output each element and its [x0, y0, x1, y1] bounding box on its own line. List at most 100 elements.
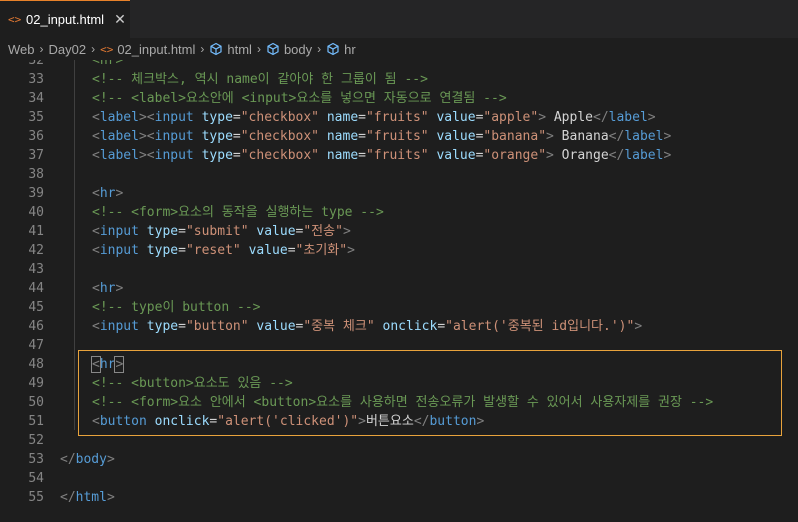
code-line[interactable]: <label><input type="checkbox" name="frui… [60, 127, 798, 146]
code-token: > [115, 186, 124, 201]
code-token: = [232, 148, 241, 163]
code-line[interactable]: </html> [60, 488, 798, 507]
line-number: 49 [28, 376, 44, 391]
code-token: input [99, 243, 139, 258]
code-token: > [546, 129, 554, 144]
code-line[interactable] [60, 336, 798, 355]
code-token: < [91, 356, 101, 373]
code-line[interactable]: <hr> [60, 184, 798, 203]
code-token: < [92, 243, 100, 258]
line-number: 37 [28, 148, 44, 163]
code-token: = [178, 224, 186, 239]
code-token: > [663, 148, 672, 163]
code-line[interactable]: <!-- <form>요소 안에서 <button>요소를 사용하면 전송오류가… [60, 393, 798, 412]
tab-02-input-html[interactable]: <> 02_input.html ✕ [0, 0, 130, 38]
code-token: "apple" [483, 110, 539, 125]
code-token: "fruits" [365, 148, 429, 163]
line-number: 55 [28, 490, 44, 505]
code-token: >< [138, 129, 155, 144]
code-token: type [201, 148, 233, 163]
line-number-gutter: 32 33 34 35 36 37 38 39 40 41 42 43 44 45 46 47 48 49 50 51… [0, 60, 44, 513]
line-number: 42 [28, 243, 44, 258]
code-area[interactable]: <hr> <!-- 체크박스, 역시 name이 같아야 한 그룹이 됨 --> <… [60, 60, 798, 513]
breadcrumb-item-day02[interactable]: Day02 [49, 42, 87, 57]
line-number: 52 [28, 433, 44, 448]
code-line[interactable]: <label><input type="checkbox" name="frui… [60, 108, 798, 127]
breadcrumb-item-html[interactable]: html [209, 42, 252, 57]
code-line[interactable]: <hr> [60, 355, 798, 374]
code-token: input [154, 148, 194, 163]
code-token: "checkbox" [240, 110, 320, 125]
code-token: <!-- <button>요소도 있음 --> [92, 376, 293, 391]
code-editor[interactable]: 32 33 34 35 36 37 38 39 40 41 42 43 44 45 46 47 48 49 50 51… [0, 60, 798, 522]
code-line[interactable] [60, 165, 798, 184]
code-line[interactable] [60, 469, 798, 488]
code-token: "submit" [185, 224, 249, 239]
code-token: "orange" [483, 148, 547, 163]
code-token: type [201, 129, 233, 144]
code-line[interactable]: <input type="button" value="중복 체크" oncli… [60, 317, 798, 336]
code-line[interactable]: <button onclick="alert('clicked')">버튼요소<… [60, 412, 798, 431]
code-token: name [326, 129, 359, 144]
breadcrumb-label: body [283, 41, 313, 57]
code-line[interactable]: <!-- 체크박스, 역시 name이 같아야 한 그룹이 됨 --> [60, 70, 798, 89]
code-token: </ [593, 110, 609, 125]
breadcrumb-label: Day02 [48, 41, 87, 57]
code-line[interactable]: <input type="submit" value="전송"> [60, 222, 798, 241]
breadcrumb-item-02-input-html[interactable]: <> 02_input.html [100, 42, 195, 57]
code-token: input [99, 319, 139, 334]
code-token: hr [99, 281, 116, 296]
code-line[interactable]: <input type="reset" value="초기화"> [60, 241, 798, 260]
breadcrumb-item-web[interactable]: Web [8, 42, 35, 57]
code-line[interactable]: </body> [60, 450, 798, 469]
line-number: 48 [28, 357, 44, 372]
line-number: 32 [28, 60, 44, 68]
code-token: hr [99, 186, 116, 201]
code-line[interactable]: <!-- <form>요소의 동작을 실행하는 type --> [60, 203, 798, 222]
code-token: value [436, 129, 476, 144]
code-token: </ [608, 129, 625, 144]
code-token: > [347, 243, 355, 258]
code-token: > [538, 110, 547, 125]
code-line[interactable]: <label><input type="checkbox" name="frui… [60, 146, 798, 165]
code-token: name [326, 110, 359, 125]
symbol-element-icon [327, 42, 339, 56]
code-token: </ [413, 414, 430, 429]
line-number: 35 [28, 110, 44, 125]
code-token: <!-- <label>요소안에 <input>요소를 넣으면 자동으로 연결됨… [92, 91, 507, 106]
code-line[interactable]: <!-- type이 button --> [60, 298, 798, 317]
code-line[interactable]: <hr> [60, 279, 798, 298]
chevron-right-icon: › [200, 42, 205, 56]
code-token: Orange [553, 148, 609, 163]
line-number: 45 [28, 300, 44, 315]
close-icon[interactable]: ✕ [114, 11, 126, 28]
code-token: = [232, 110, 241, 125]
code-token: > [115, 281, 124, 296]
code-token: > [106, 490, 115, 505]
code-token: label [99, 129, 139, 144]
code-token: label [99, 148, 139, 163]
code-line[interactable]: <hr> [60, 60, 798, 70]
code-token: type [146, 243, 179, 258]
code-token: Apple [546, 110, 593, 125]
code-token: type [146, 224, 179, 239]
line-number: 43 [28, 262, 44, 277]
breadcrumb-item-body[interactable]: body [266, 42, 312, 57]
line-number: 46 [28, 319, 44, 334]
code-token: > [358, 414, 366, 429]
line-number: 36 [28, 129, 44, 144]
code-line[interactable] [60, 431, 798, 450]
code-token: </ [60, 490, 76, 505]
code-line[interactable]: <!-- <button>요소도 있음 --> [60, 374, 798, 393]
code-token: = [178, 319, 186, 334]
code-line[interactable] [60, 260, 798, 279]
code-line[interactable]: <!-- <label>요소안에 <input>요소를 넣으면 자동으로 연결됨… [60, 89, 798, 108]
breadcrumb-label: Web [8, 41, 35, 57]
code-token: < [92, 129, 100, 144]
breadcrumb-item-hr[interactable]: hr [326, 42, 356, 57]
